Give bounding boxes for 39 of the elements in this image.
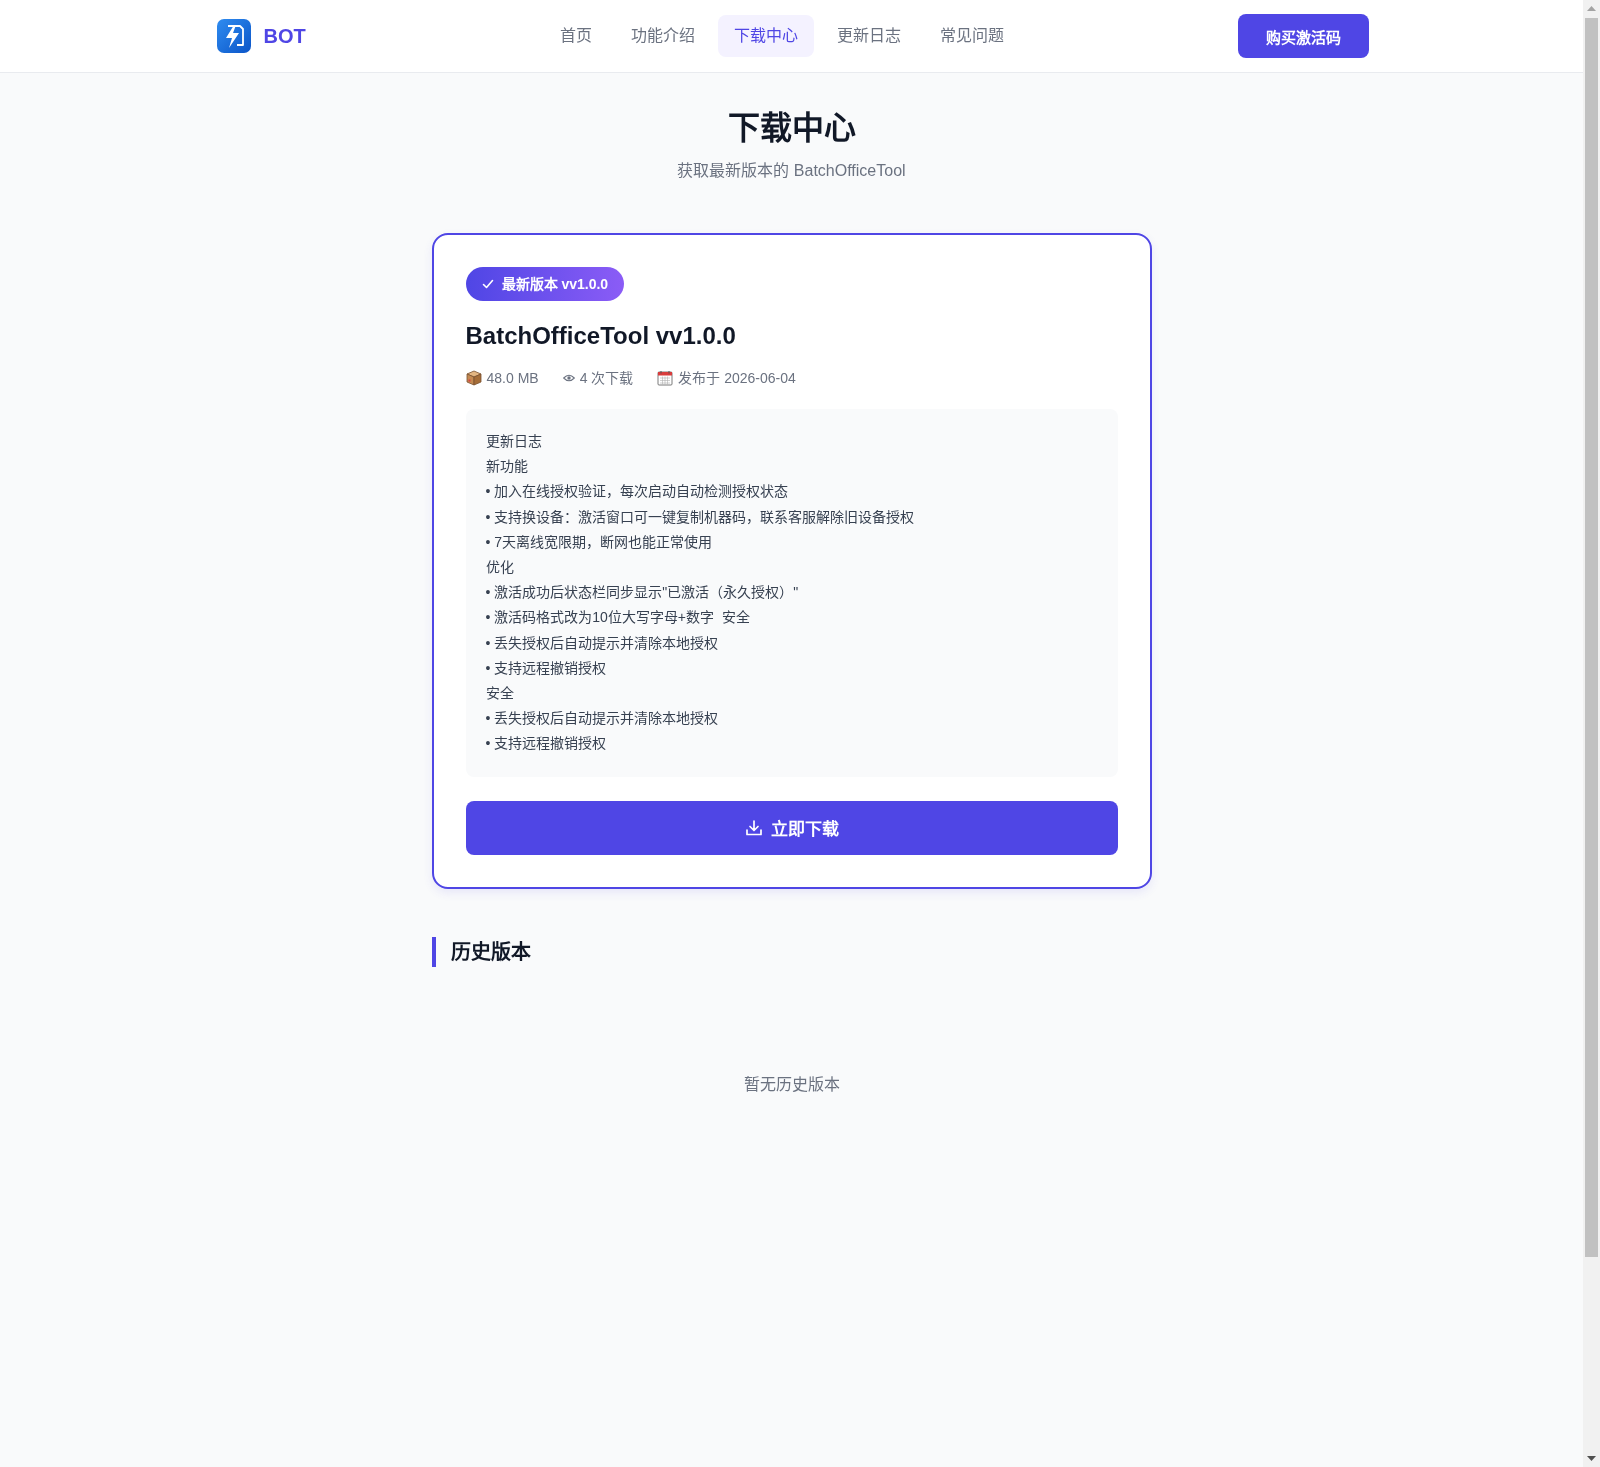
scroll-up-arrow-icon — [1587, 6, 1596, 11]
changelog-line: 优化 — [485, 558, 515, 577]
download-icon — [744, 818, 763, 837]
version-badge-text: 最新版本 vv1.0.0 — [501, 275, 609, 293]
section-heading: 历史版本 — [431, 936, 571, 967]
check-icon — [481, 278, 494, 290]
changelog-line: • 激活成功后状态栏同步显示"已激活（永久授权）" — [485, 583, 800, 603]
changelog-line: • 支持换设备：激活窗口可一键复制机器码，联系客服解除旧设备授权 — [485, 507, 916, 527]
scrollbar-thumb[interactable] — [1585, 18, 1598, 1257]
changelog-line: • 丢失授权后自动提示并清除本地授权 — [485, 633, 720, 653]
lightning-logo-icon — [216, 19, 251, 53]
download-count-text: 4 次下载 — [579, 369, 634, 388]
buy-activation-code-button[interactable]: 购买激活码 — [1237, 14, 1369, 58]
changelog-line: • 支持远程撤销授权 — [485, 658, 608, 678]
release-date-text: 发布于 2026-06-04 — [678, 369, 796, 388]
calendar-icon — [657, 370, 674, 386]
scroll-down-arrow-icon — [1587, 1456, 1596, 1461]
page-subtitle: 获取最新版本的 BatchOfficeTool — [676, 161, 907, 181]
nav-link[interactable]: 功能介绍 — [614, 15, 711, 57]
nav-link[interactable]: 更新日志 — [820, 15, 917, 57]
changelog-line: 更新日志 — [485, 432, 543, 451]
changelog-line: • 加入在线授权验证，每次启动自动检测授权状态 — [485, 482, 790, 502]
changelog-line: • 丢失授权后自动提示并清除本地授权 — [485, 709, 720, 729]
changelog-line: • 激活码格式改为10位大写字母+数字 安全 — [485, 608, 751, 628]
box-icon — [465, 370, 482, 386]
changelog-line: • 支持远程撤销授权 — [485, 734, 608, 754]
eye-icon — [562, 374, 575, 382]
changelog-line: • 7天离线宽限期，断网也能正常使用 — [485, 532, 714, 552]
nav-link[interactable]: 常见问题 — [923, 15, 1020, 57]
brand-name: BOT — [263, 24, 306, 48]
file-size-text: 48.0 MB — [486, 369, 539, 388]
empty-state-text: 暂无历史版本 — [742, 1074, 841, 1095]
nav-link[interactable]: 首页 — [543, 15, 608, 57]
download-button[interactable]: 立即下载 — [465, 800, 1118, 855]
changelog-line: 新功能 — [485, 457, 529, 477]
page-title: 下载中心 — [726, 109, 857, 148]
changelog-line: 安全 — [485, 684, 515, 704]
nav-link[interactable]: 下载中心 — [717, 15, 814, 57]
release-title: BatchOfficeTool vv1.0.0 — [465, 321, 737, 351]
